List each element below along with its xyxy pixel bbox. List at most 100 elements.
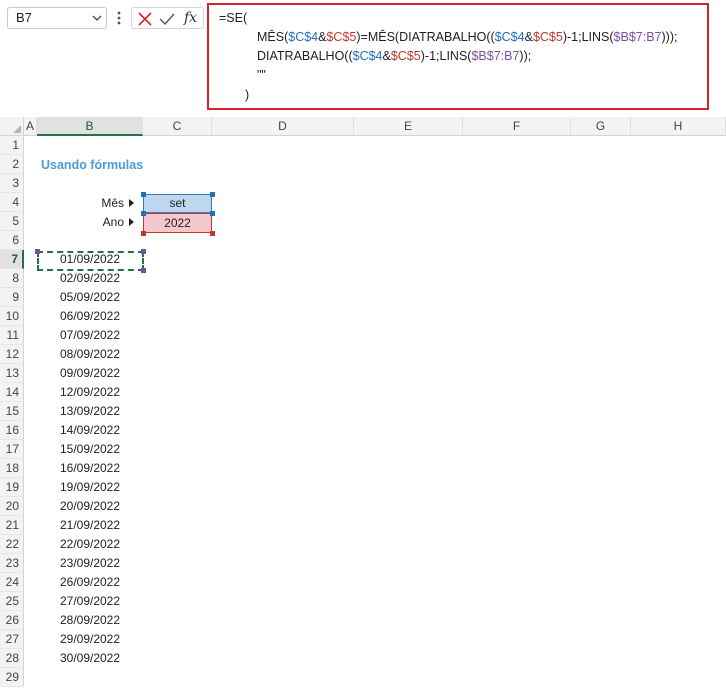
column-header-h[interactable]: H bbox=[631, 117, 726, 136]
row-header-14[interactable]: 14 bbox=[0, 383, 24, 402]
date-cell[interactable]: 30/09/2022 bbox=[37, 649, 143, 668]
row-header-13[interactable]: 13 bbox=[0, 364, 24, 383]
row-header-8[interactable]: 8 bbox=[0, 269, 24, 288]
formula-text: DIATRABALHO(( bbox=[257, 49, 353, 63]
formula-text: ) bbox=[245, 88, 250, 102]
date-cell[interactable]: 22/09/2022 bbox=[37, 535, 143, 554]
cell-reference: $B$7:B7 bbox=[471, 49, 520, 63]
month-ref-handle[interactable] bbox=[141, 211, 146, 216]
date-cell[interactable]: 23/09/2022 bbox=[37, 554, 143, 573]
date-cell-text: 06/09/2022 bbox=[59, 309, 121, 323]
row-header-17[interactable]: 17 bbox=[0, 440, 24, 459]
date-cell[interactable]: 09/09/2022 bbox=[37, 364, 143, 383]
row-header-4[interactable]: 4 bbox=[0, 193, 24, 212]
month-ref-handle[interactable] bbox=[210, 211, 215, 216]
date-cell-text: 01/09/2022 bbox=[59, 252, 121, 266]
date-cell-text: 26/09/2022 bbox=[59, 575, 121, 589]
row-header-6[interactable]: 6 bbox=[0, 231, 24, 250]
year-ref-handle[interactable] bbox=[141, 231, 146, 236]
formula-bar-area: B7 fx =SE(MÊS($C$4&$C$5)=MÊS(DIATRABALHO… bbox=[0, 0, 726, 117]
caret-right-icon bbox=[129, 199, 134, 207]
year-label-cell[interactable]: Ano bbox=[37, 213, 134, 232]
formula-line: ) bbox=[245, 87, 249, 103]
row-header-18[interactable]: 18 bbox=[0, 459, 24, 478]
date-cell[interactable]: 16/09/2022 bbox=[37, 459, 143, 478]
row-header-15[interactable]: 15 bbox=[0, 402, 24, 421]
column-header-b[interactable]: B bbox=[37, 117, 143, 136]
cell-reference: $B$7:B7 bbox=[613, 30, 662, 44]
formula-text: )); bbox=[519, 49, 532, 63]
row-header-20[interactable]: 20 bbox=[0, 497, 24, 516]
year-ref-handle[interactable] bbox=[210, 231, 215, 236]
row-header-29[interactable]: 29 bbox=[0, 668, 24, 687]
date-cell[interactable]: 26/09/2022 bbox=[37, 573, 143, 592]
month-label-cell[interactable]: Mês bbox=[37, 194, 134, 213]
spreadsheet-grid: A B C D E F G H 1 2 3 4 5 6 7 8 9 10 11 12 13 14 15 16 17 18 19 20 2… bbox=[0, 117, 726, 699]
row-header-16[interactable]: 16 bbox=[0, 421, 24, 440]
year-input-cell[interactable]: 2022 bbox=[143, 213, 212, 233]
column-header-c[interactable]: C bbox=[143, 117, 212, 136]
date-cell[interactable]: 06/09/2022 bbox=[37, 307, 143, 326]
row-header-26[interactable]: 26 bbox=[0, 611, 24, 630]
date-cell[interactable]: 02/09/2022 bbox=[37, 269, 143, 288]
name-box[interactable]: B7 bbox=[7, 7, 107, 29]
formula-line: =SE( bbox=[219, 10, 247, 26]
date-cell[interactable]: 08/09/2022 bbox=[37, 345, 143, 364]
date-cell[interactable]: 12/09/2022 bbox=[37, 383, 143, 402]
title-cell[interactable]: Usando fórmulas bbox=[41, 156, 143, 175]
date-cell-text: 08/09/2022 bbox=[59, 347, 121, 361]
formula-input[interactable]: =SE(MÊS($C$4&$C$5)=MÊS(DIATRABALHO(($C$4… bbox=[207, 3, 709, 110]
month-ref-handle[interactable] bbox=[210, 192, 215, 197]
column-header-d[interactable]: D bbox=[212, 117, 354, 136]
formula-line: DIATRABALHO(($C$4&$C$5)-1;LINS($B$7:B7))… bbox=[257, 48, 531, 64]
row-header-21[interactable]: 21 bbox=[0, 516, 24, 535]
row-header-5[interactable]: 5 bbox=[0, 212, 24, 231]
cell-reference: $C$5 bbox=[532, 30, 563, 44]
formula-text: ))); bbox=[661, 30, 678, 44]
date-cell[interactable]: 05/09/2022 bbox=[37, 288, 143, 307]
row-header-27[interactable]: 27 bbox=[0, 630, 24, 649]
row-header-25[interactable]: 25 bbox=[0, 592, 24, 611]
date-cell[interactable]: 01/09/2022 bbox=[37, 250, 143, 269]
formula-text: )=MÊS(DIATRABALHO(( bbox=[356, 30, 495, 44]
date-cell[interactable]: 13/09/2022 bbox=[37, 402, 143, 421]
name-box-value: B7 bbox=[16, 10, 32, 25]
date-cell[interactable]: 29/09/2022 bbox=[37, 630, 143, 649]
column-header-a[interactable]: A bbox=[24, 117, 37, 136]
row-header-19[interactable]: 19 bbox=[0, 478, 24, 497]
date-cell[interactable]: 28/09/2022 bbox=[37, 611, 143, 630]
row-header-12[interactable]: 12 bbox=[0, 345, 24, 364]
row-header-3[interactable]: 3 bbox=[0, 174, 24, 193]
column-header-e[interactable]: E bbox=[354, 117, 463, 136]
select-all-corner[interactable] bbox=[0, 117, 24, 136]
month-ref-handle[interactable] bbox=[141, 192, 146, 197]
column-header-g[interactable]: G bbox=[571, 117, 631, 136]
month-input-cell[interactable]: set bbox=[143, 194, 212, 213]
insert-function-icon[interactable]: fx bbox=[184, 8, 197, 28]
row-header-28[interactable]: 28 bbox=[0, 649, 24, 668]
row-header-9[interactable]: 9 bbox=[0, 288, 24, 307]
more-options-icon[interactable] bbox=[114, 8, 124, 28]
date-cell[interactable]: 15/09/2022 bbox=[37, 440, 143, 459]
date-cell[interactable]: 19/09/2022 bbox=[37, 478, 143, 497]
date-cell[interactable]: 14/09/2022 bbox=[37, 421, 143, 440]
row-header-10[interactable]: 10 bbox=[0, 307, 24, 326]
row-header-11[interactable]: 11 bbox=[0, 326, 24, 345]
date-cell-text: 28/09/2022 bbox=[59, 613, 121, 627]
row-header-7[interactable]: 7 bbox=[0, 250, 24, 269]
row-header-23[interactable]: 23 bbox=[0, 554, 24, 573]
date-cell[interactable]: 21/09/2022 bbox=[37, 516, 143, 535]
row-header-22[interactable]: 22 bbox=[0, 535, 24, 554]
date-cell[interactable]: 20/09/2022 bbox=[37, 497, 143, 516]
row-header-1[interactable]: 1 bbox=[0, 136, 24, 155]
date-cell-text: 16/09/2022 bbox=[59, 461, 121, 475]
column-header-f[interactable]: F bbox=[463, 117, 571, 136]
date-cell[interactable]: 27/09/2022 bbox=[37, 592, 143, 611]
cancel-icon[interactable] bbox=[136, 10, 154, 28]
row-header-24[interactable]: 24 bbox=[0, 573, 24, 592]
date-cell-text: 20/09/2022 bbox=[59, 499, 121, 513]
date-cell[interactable]: 07/09/2022 bbox=[37, 326, 143, 345]
check-icon[interactable] bbox=[158, 10, 176, 28]
row-header-2[interactable]: 2 bbox=[0, 155, 24, 174]
chevron-down-icon[interactable] bbox=[92, 13, 102, 23]
